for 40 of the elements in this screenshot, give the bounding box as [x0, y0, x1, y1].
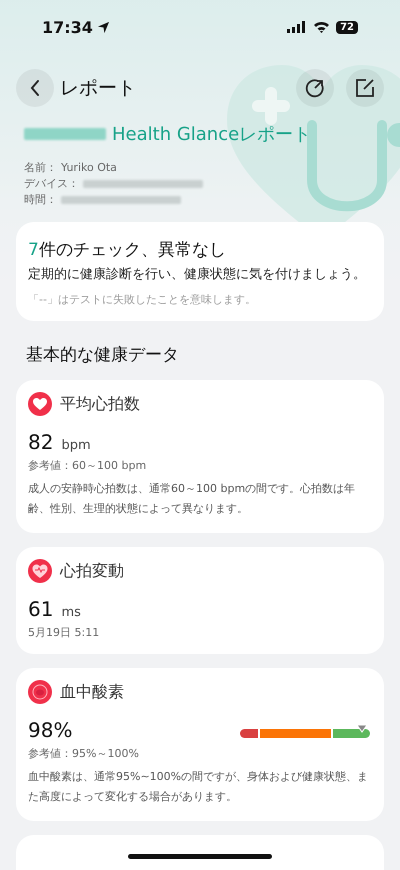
reference-range: 参考値：60～100 bpm [28, 458, 148, 473]
measure-time: 5月19日 5:11 [28, 625, 100, 640]
gauge-segment [240, 729, 258, 738]
section-title: 基本的な健康データ [26, 344, 180, 366]
wifi-icon [313, 21, 330, 33]
metric-value: 61 [28, 597, 54, 621]
status-time: 17:34 [42, 18, 93, 36]
info-value: Yuriko Ota [61, 160, 117, 176]
metric-value: 98% [28, 718, 72, 742]
info-label: 時間： [24, 192, 57, 208]
share-button[interactable] [296, 69, 334, 107]
metric-unit: bpm [61, 438, 91, 453]
info-label: デバイス： [24, 176, 79, 192]
gauge-segment [260, 729, 332, 738]
back-icon [29, 79, 41, 97]
metric-description: 血中酸素は、通常95%~100%の間ですが、身体および健康状態、また高度によって変化する場合があります。 [28, 769, 370, 805]
battery-level: 72 [336, 20, 358, 34]
metric-title: 血中酸素 [60, 682, 124, 702]
back-button[interactable] [16, 69, 54, 107]
report-title: Health Glanceレポート [112, 123, 312, 146]
metric-card[interactable]: 血中酸素 98% 参考値：95%～100% 血中酸素は、通常95%~100%の間ですが、身体および健康状態、また高度によって変化する場合があります。 [16, 668, 384, 821]
metric-title: 心拍変動 [60, 560, 124, 582]
summary-headline: 7件のチェック、異常なし [28, 239, 227, 261]
metric-card[interactable]: 心拍変動 61 ms 5月19日 5:11 [16, 547, 384, 654]
note-text: 「--」はテストに失敗したことを意味します。 [28, 292, 257, 307]
share-icon [304, 77, 326, 99]
reference-range: 参考値：95%～100% [28, 746, 140, 761]
advice-text: 定期的に健康診断を行い、健康状態に気を付けましょう。 [28, 266, 367, 284]
edit-button[interactable] [346, 69, 384, 107]
location-arrow-icon [96, 20, 110, 34]
gauge-segment [333, 729, 370, 738]
edit-icon [354, 77, 376, 99]
page-title: レポート [60, 76, 136, 101]
metric-value: 82 [28, 430, 54, 454]
signal-icon [287, 21, 308, 33]
metric-card[interactable]: 平均心拍数 82 bpm 参考値：60～100 bpm 成人の安静時心拍数は、通常60～100 bpmの間です。心拍数は年齢、性別、生理的状態によって異なります。 [16, 380, 384, 533]
metric-unit: ms [61, 605, 81, 620]
info-label: 名前： [24, 160, 57, 176]
metric-description: 成人の安静時心拍数は、通常60～100 bpmの間です。心拍数は年齢、性別、生理的状態によって異なります。 [28, 481, 356, 517]
metric-title: 平均心拍数 [60, 394, 140, 414]
